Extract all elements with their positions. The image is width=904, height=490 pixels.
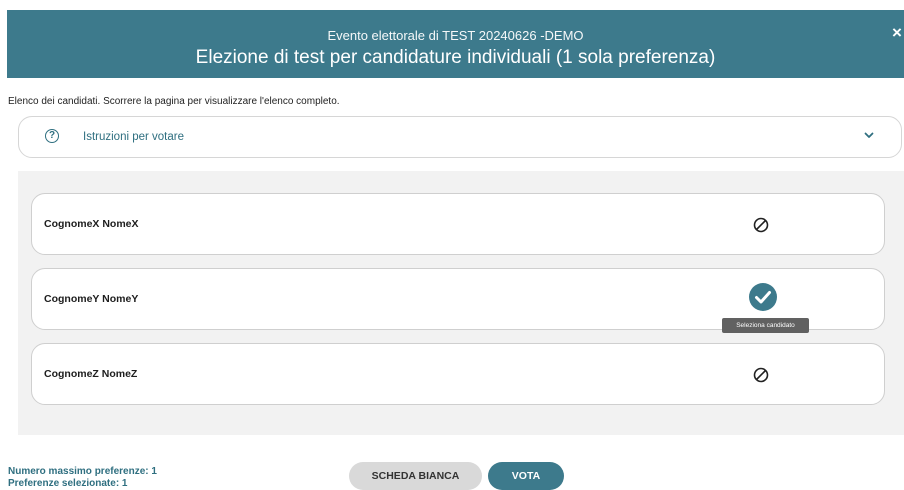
vote-button[interactable]: VOTA [488,462,564,490]
election-title: Elezione di test per candidature individ… [195,47,716,68]
selected-preferences-text: Preferenze selezionate: 1 [8,478,128,489]
event-title: Evento elettorale di TEST 20240626 -DEMO [327,28,584,43]
candidate-list: CognomeX NomeX CognomeY NomeY CognomeZ N… [18,171,904,435]
voting-instructions-accordion[interactable]: ? Istruzioni per votare [18,116,902,158]
candidate-name: CognomeX NomeX [44,218,139,230]
candidate-card-x[interactable]: CognomeX NomeX [31,193,885,255]
not-selected-icon[interactable] [749,213,773,237]
max-preferences-text: Numero massimo preferenze: 1 [8,466,157,477]
preference-counters: Numero massimo preferenze: 1 Preferenze … [8,466,157,490]
select-candidate-tooltip: Seleziona candidato [722,318,809,333]
not-selected-icon[interactable] [749,363,773,387]
candidate-list-intro: Elenco dei candidati. Scorrere la pagina… [8,96,340,107]
election-header: Evento elettorale di TEST 20240626 -DEMO… [7,10,904,78]
candidate-card-z[interactable]: CognomeZ NomeZ [31,343,885,405]
candidate-name: CognomeZ NomeZ [44,368,138,380]
help-icon: ? [45,129,59,143]
blank-ballot-button[interactable]: SCHEDA BIANCA [349,462,482,490]
check-circle-icon[interactable] [748,282,778,312]
chevron-down-icon [864,132,874,138]
instructions-label: Istruzioni per votare [83,131,184,143]
candidate-name: CognomeY NomeY [44,293,139,305]
close-icon[interactable]: × [890,24,904,42]
